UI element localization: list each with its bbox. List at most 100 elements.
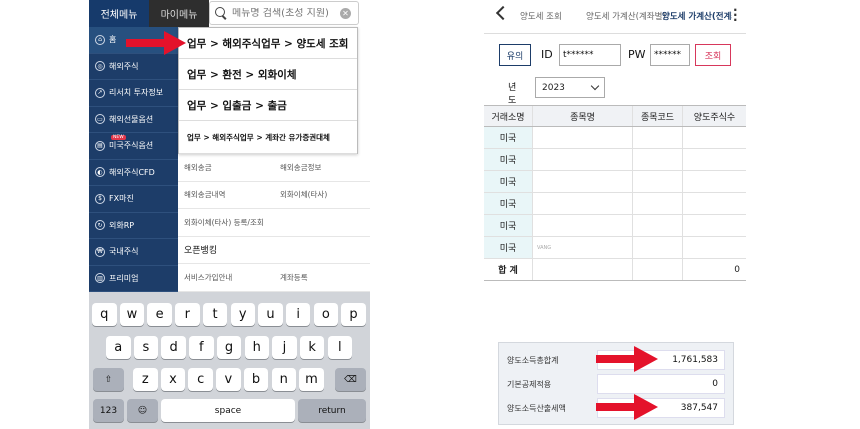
menu-section-heading[interactable]: 오픈뱅킹 xyxy=(178,237,370,264)
table-cell: 미국 xyxy=(484,215,532,236)
sidebar: ⌂ 홈 ◎ 해외주식 ↗ 리서치 투자정보 ▭ 해외선물옵션 NEW ▤ 미국주… xyxy=(89,27,178,292)
key-x[interactable]: x xyxy=(160,368,186,391)
menu-link[interactable]: 계좌등록 xyxy=(274,264,370,291)
sidebar-item-domestic-stock[interactable]: ₩ 국내주식 xyxy=(89,239,178,266)
id-field[interactable]: t****** xyxy=(559,44,621,66)
key-y[interactable]: y xyxy=(230,303,255,326)
table-cell: VANG xyxy=(532,237,632,258)
key-u[interactable]: u xyxy=(258,303,283,326)
table-cell xyxy=(532,127,632,148)
return-key[interactable]: return xyxy=(298,399,366,422)
table-row[interactable]: 미국 xyxy=(484,171,746,193)
key-j[interactable]: j xyxy=(272,336,297,359)
key-s[interactable]: s xyxy=(133,336,159,359)
key-f[interactable]: f xyxy=(189,336,214,359)
summary-value: 0 xyxy=(597,374,725,394)
search-result-item[interactable]: 업무 > 환전 > 외화이체 xyxy=(179,59,357,90)
table-cell xyxy=(682,149,746,170)
space-key[interactable]: space xyxy=(161,399,295,422)
key-c[interactable]: c xyxy=(188,368,213,391)
tab-all-menu[interactable]: 전체메뉴 xyxy=(89,0,149,27)
key-p[interactable]: p xyxy=(341,303,366,326)
menu-link[interactable]: 외화이체(타사) xyxy=(274,182,370,209)
search-result-item[interactable]: 업무 > 해외주식업무 > 양도세 조회 xyxy=(179,28,357,59)
sidebar-item-overseas-stock[interactable]: ◎ 해외주식 xyxy=(89,54,178,80)
chevron-down-icon xyxy=(590,81,600,91)
sidebar-item-research[interactable]: ↗ 리서치 투자정보 xyxy=(89,80,178,107)
key-o[interactable]: o xyxy=(313,303,339,326)
search-result-item[interactable]: 업무 > 해외주식업무 > 계좌간 유가증권대체 xyxy=(179,121,357,154)
key-l[interactable]: l xyxy=(327,336,353,359)
query-button[interactable]: 조회 xyxy=(695,44,731,66)
new-badge: NEW xyxy=(111,135,126,140)
pw-field[interactable]: ****** xyxy=(650,44,690,66)
menu-search-input[interactable] xyxy=(232,7,340,19)
table-cell xyxy=(632,127,682,148)
menu-grid-row: 서비스가입안내 계좌등록 xyxy=(178,264,370,292)
search-result-item[interactable]: 업무 > 입출금 > 출금 xyxy=(179,90,357,121)
table-cell: 미국 xyxy=(484,127,532,148)
table-row[interactable]: 미국 xyxy=(484,193,746,215)
table-row[interactable]: 미국 xyxy=(484,127,746,149)
sidebar-item-premium[interactable]: ▥ 프리미엄 xyxy=(89,266,178,292)
key-t[interactable]: t xyxy=(202,303,228,326)
keyboard-row-4: 123 ☺ space return xyxy=(89,399,370,422)
key-d[interactable]: d xyxy=(161,336,186,359)
key-w[interactable]: w xyxy=(119,303,145,326)
key-r[interactable]: r xyxy=(175,303,200,326)
search-icon xyxy=(214,6,228,20)
emoji-key[interactable]: ☺ xyxy=(127,399,158,422)
key-g[interactable]: g xyxy=(216,336,242,359)
year-select[interactable]: 2023 xyxy=(535,77,605,98)
backspace-key[interactable]: ⌫ xyxy=(335,368,366,391)
key-a[interactable]: a xyxy=(106,336,131,359)
table-row[interactable]: 미국 xyxy=(484,215,746,237)
sidebar-item-cfd[interactable]: ◐ 해외주식CFD xyxy=(89,160,178,186)
column-header: 양도주식수 xyxy=(682,106,746,126)
key-k[interactable]: k xyxy=(299,336,325,359)
red-arrow-annotation xyxy=(596,394,658,420)
menu-search-box[interactable]: ✕ xyxy=(209,1,359,25)
table-row[interactable]: 미국 xyxy=(484,149,746,171)
tab-tax-calc-all[interactable]: 양도세 가계산(전계좌) xyxy=(662,10,732,22)
notice-button[interactable]: 유의 xyxy=(499,44,531,66)
key-n[interactable]: n xyxy=(271,368,296,391)
cfd-icon: ◐ xyxy=(95,167,105,178)
tab-tax-calc-account[interactable]: 양도세 가계산(계좌별) xyxy=(586,10,666,22)
won-icon: ₩ xyxy=(95,246,105,257)
menu-link[interactable]: 서비스가입안내 xyxy=(178,264,274,291)
pw-label: PW xyxy=(628,48,646,61)
key-q[interactable]: q xyxy=(92,303,117,326)
key-e[interactable]: e xyxy=(147,303,172,326)
table-row[interactable]: 미국 VANG xyxy=(484,237,746,259)
sidebar-item-us-options[interactable]: NEW ▤ 미국주식옵션 xyxy=(89,133,178,160)
table-cell xyxy=(532,149,632,170)
key-v[interactable]: v xyxy=(216,368,241,391)
key-b[interactable]: b xyxy=(243,368,269,391)
table-cell xyxy=(682,193,746,214)
key-m[interactable]: m xyxy=(299,368,324,391)
table-cell xyxy=(632,215,682,236)
numbers-key[interactable]: 123 xyxy=(93,399,124,422)
column-header: 거래소명 xyxy=(484,106,532,126)
table-cell xyxy=(532,171,632,192)
menu-link[interactable]: 해외송금 xyxy=(178,154,274,181)
clear-icon[interactable]: ✕ xyxy=(340,7,351,19)
key-z[interactable]: z xyxy=(133,368,158,391)
menu-link[interactable]: 해외송금내역 xyxy=(178,182,274,209)
shift-key[interactable]: ⇧ xyxy=(93,368,124,391)
menu-link[interactable]: 해외송금정보 xyxy=(274,154,370,181)
tab-my-menu[interactable]: 마이메뉴 xyxy=(149,0,209,27)
tab-header: 양도세 조회 양도세 가계산(계좌별) 양도세 가계산(전계좌) ··· xyxy=(484,0,746,34)
key-h[interactable]: h xyxy=(244,336,269,359)
table-cell xyxy=(632,193,682,214)
sidebar-item-overseas-futures[interactable]: ▭ 해외선물옵션 xyxy=(89,107,178,133)
sidebar-item-fx-margin[interactable]: $ FX마진 xyxy=(89,186,178,213)
tab-tax-inquiry[interactable]: 양도세 조회 xyxy=(520,10,562,22)
table-cell xyxy=(532,215,632,236)
back-icon[interactable] xyxy=(495,5,511,21)
more-options-icon[interactable]: · · · xyxy=(733,4,738,26)
menu-link[interactable]: 외화이체(타사) 등록/조회 xyxy=(178,209,274,236)
key-i[interactable]: i xyxy=(285,303,311,326)
sidebar-item-rp[interactable]: ↻ 외화RP xyxy=(89,213,178,239)
